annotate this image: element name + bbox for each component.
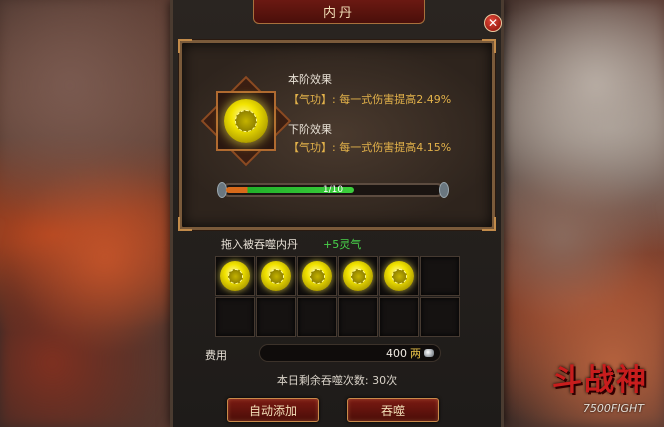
feed-label: 拖入被吞噬内丹 [221,238,298,251]
feed-slot[interactable] [256,256,296,296]
level-progress-bar: 1/10 [217,182,449,198]
cost-value: 400 [386,346,407,360]
game-logo: 斗战神 7500FIGHT [530,341,658,421]
progress-label: 1/10 [322,185,344,195]
feed-slot[interactable] [420,297,460,337]
devour-button[interactable]: 吞噬 [347,398,439,422]
feed-slot[interactable] [297,256,337,296]
feed-slot[interactable] [215,297,255,337]
feed-slot[interactable] [256,297,296,337]
inner-pill-icon [224,99,268,143]
effect-frame: 本阶效果 【气功】: 每一式伤害提高2.49% 下阶效果 【气功】: 每一式伤害… [178,39,496,231]
close-icon: ✕ [487,16,499,30]
cost-display: 400 两 [259,344,441,362]
current-pill-slot[interactable] [200,75,292,167]
auto-add-button[interactable]: 自动添加 [227,398,319,422]
inner-pill-icon [261,261,291,291]
background-left [0,0,175,427]
inner-pill-panel: 内丹 ✕ 本阶效果 【气功】: 每一式伤害提高2.49% 下阶效果 【气功】: … [170,0,504,427]
feed-slot[interactable] [420,256,460,296]
frame-corner [482,39,496,53]
inner-pill-icon [343,261,373,291]
next-effect-value: 【气功】: 每一式伤害提高4.15% [288,141,452,154]
next-effect-title: 下阶效果 [288,123,332,136]
current-effect-title: 本阶效果 [288,73,332,86]
frame-corner [482,217,496,231]
inner-pill-icon [384,261,414,291]
silver-coin-icon [424,349,434,357]
feed-slot[interactable] [338,297,378,337]
close-button[interactable]: ✕ [484,14,502,32]
window-title: 内丹 [322,6,355,21]
feed-slot[interactable] [379,297,419,337]
frame-corner [178,39,192,53]
frame-corner [178,217,192,231]
game-logo-subtitle: 7500FIGHT [582,402,644,415]
cost-label: 费用 [205,349,227,362]
cost-unit: 两 [410,347,421,360]
feed-slot[interactable] [215,256,255,296]
feed-slot[interactable] [379,256,419,296]
feed-slot-grid [215,256,460,337]
remaining-devour-count: 本日剩余吞噬次数: 30次 [276,374,398,387]
title-bar: 内丹 [253,0,425,24]
current-effect-value: 【气功】: 每一式伤害提高2.49% [288,93,452,106]
inner-pill-icon [302,261,332,291]
game-logo-title: 斗战神 [552,363,648,398]
inner-pill-icon [220,261,250,291]
feed-slot[interactable] [297,297,337,337]
feed-slot[interactable] [338,256,378,296]
feed-bonus: +5灵气 [323,238,362,251]
